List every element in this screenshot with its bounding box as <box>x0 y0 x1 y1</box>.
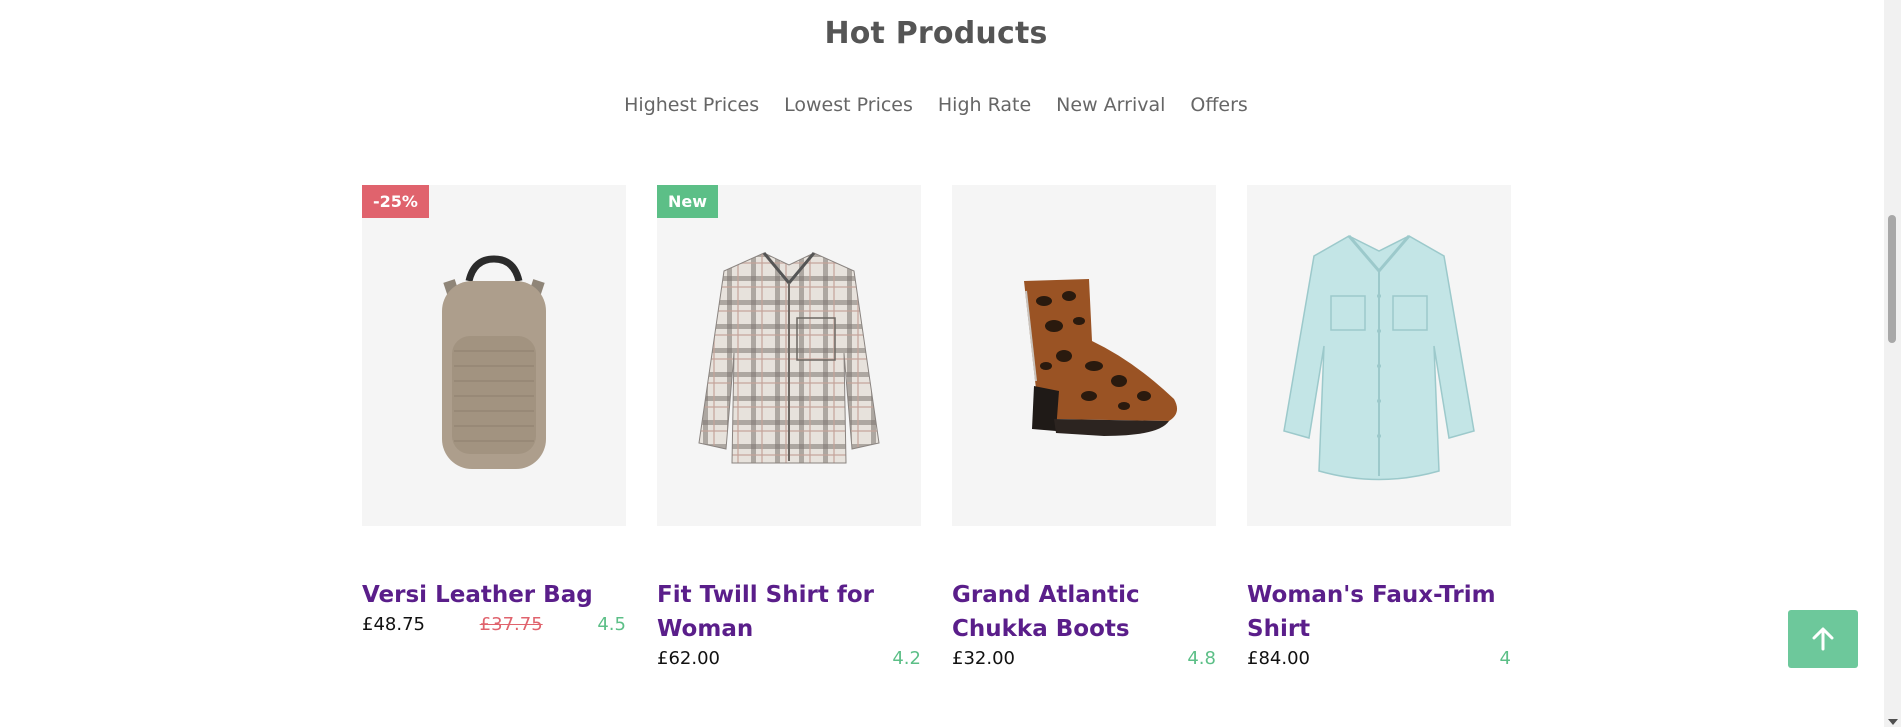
product-rating: 4.5 <box>597 614 626 635</box>
filter-highest-prices[interactable]: Highest Prices <box>624 94 759 116</box>
product-card[interactable]: Woman's Faux-Trim Shirt £84.00 4 <box>1247 185 1511 669</box>
product-price: £62.00 <box>657 648 720 669</box>
scroll-down-arrow-icon[interactable] <box>1888 719 1898 725</box>
price-row: £62.00 4.2 <box>657 648 921 669</box>
price-row: £32.00 4.8 <box>952 648 1216 669</box>
product-image[interactable] <box>1247 185 1511 526</box>
product-title[interactable]: Woman's Faux-Trim Shirt <box>1247 578 1511 646</box>
product-title[interactable]: Grand Atlantic Chukka Boots <box>952 578 1216 646</box>
filter-lowest-prices[interactable]: Lowest Prices <box>784 94 913 116</box>
product-price: £32.00 <box>952 648 1015 669</box>
arrow-up-icon <box>1812 627 1834 651</box>
plaid-shirt-icon <box>698 252 880 464</box>
product-image[interactable]: New <box>657 185 921 526</box>
filter-offers[interactable]: Offers <box>1190 94 1247 116</box>
back-to-top-button[interactable] <box>1788 610 1858 668</box>
vertical-scrollbar[interactable] <box>1884 0 1901 727</box>
backpack-icon <box>442 254 546 469</box>
product-title[interactable]: Fit Twill Shirt for Woman <box>657 578 921 646</box>
new-badge: New <box>657 185 719 218</box>
product-card[interactable]: -25% Versi Leather Bag £48.75 £37.75 4.5 <box>362 185 626 669</box>
scrollbar-thumb[interactable] <box>1888 215 1896 343</box>
product-rating: 4.8 <box>1187 648 1216 669</box>
blue-shirt-icon <box>1283 234 1475 480</box>
leopard-boot-icon <box>1024 278 1178 436</box>
product-card[interactable]: New Fit Twill Shirt for Woman £62.00 4.2 <box>657 185 921 669</box>
price-row: £84.00 4 <box>1247 648 1511 669</box>
product-grid: -25% Versi Leather Bag £48.75 £37.75 4.5… <box>362 185 1511 669</box>
product-rating: 4.2 <box>892 648 921 669</box>
product-title[interactable]: Versi Leather Bag <box>362 578 626 612</box>
product-image[interactable] <box>952 185 1216 526</box>
price-row: £48.75 £37.75 4.5 <box>362 614 626 635</box>
product-image[interactable]: -25% <box>362 185 626 526</box>
section-title: Hot Products <box>824 16 1048 51</box>
product-card[interactable]: Grand Atlantic Chukka Boots £32.00 4.8 <box>952 185 1216 669</box>
filter-new-arrival[interactable]: New Arrival <box>1056 94 1165 116</box>
filter-high-rate[interactable]: High Rate <box>938 94 1031 116</box>
product-old-price: £37.75 <box>479 614 543 635</box>
product-price: £48.75 <box>362 614 425 635</box>
filter-tabs: Highest Prices Lowest Prices High Rate N… <box>0 94 1872 116</box>
discount-badge: -25% <box>362 185 429 218</box>
product-price: £84.00 <box>1247 648 1310 669</box>
product-rating: 4 <box>1499 648 1511 669</box>
